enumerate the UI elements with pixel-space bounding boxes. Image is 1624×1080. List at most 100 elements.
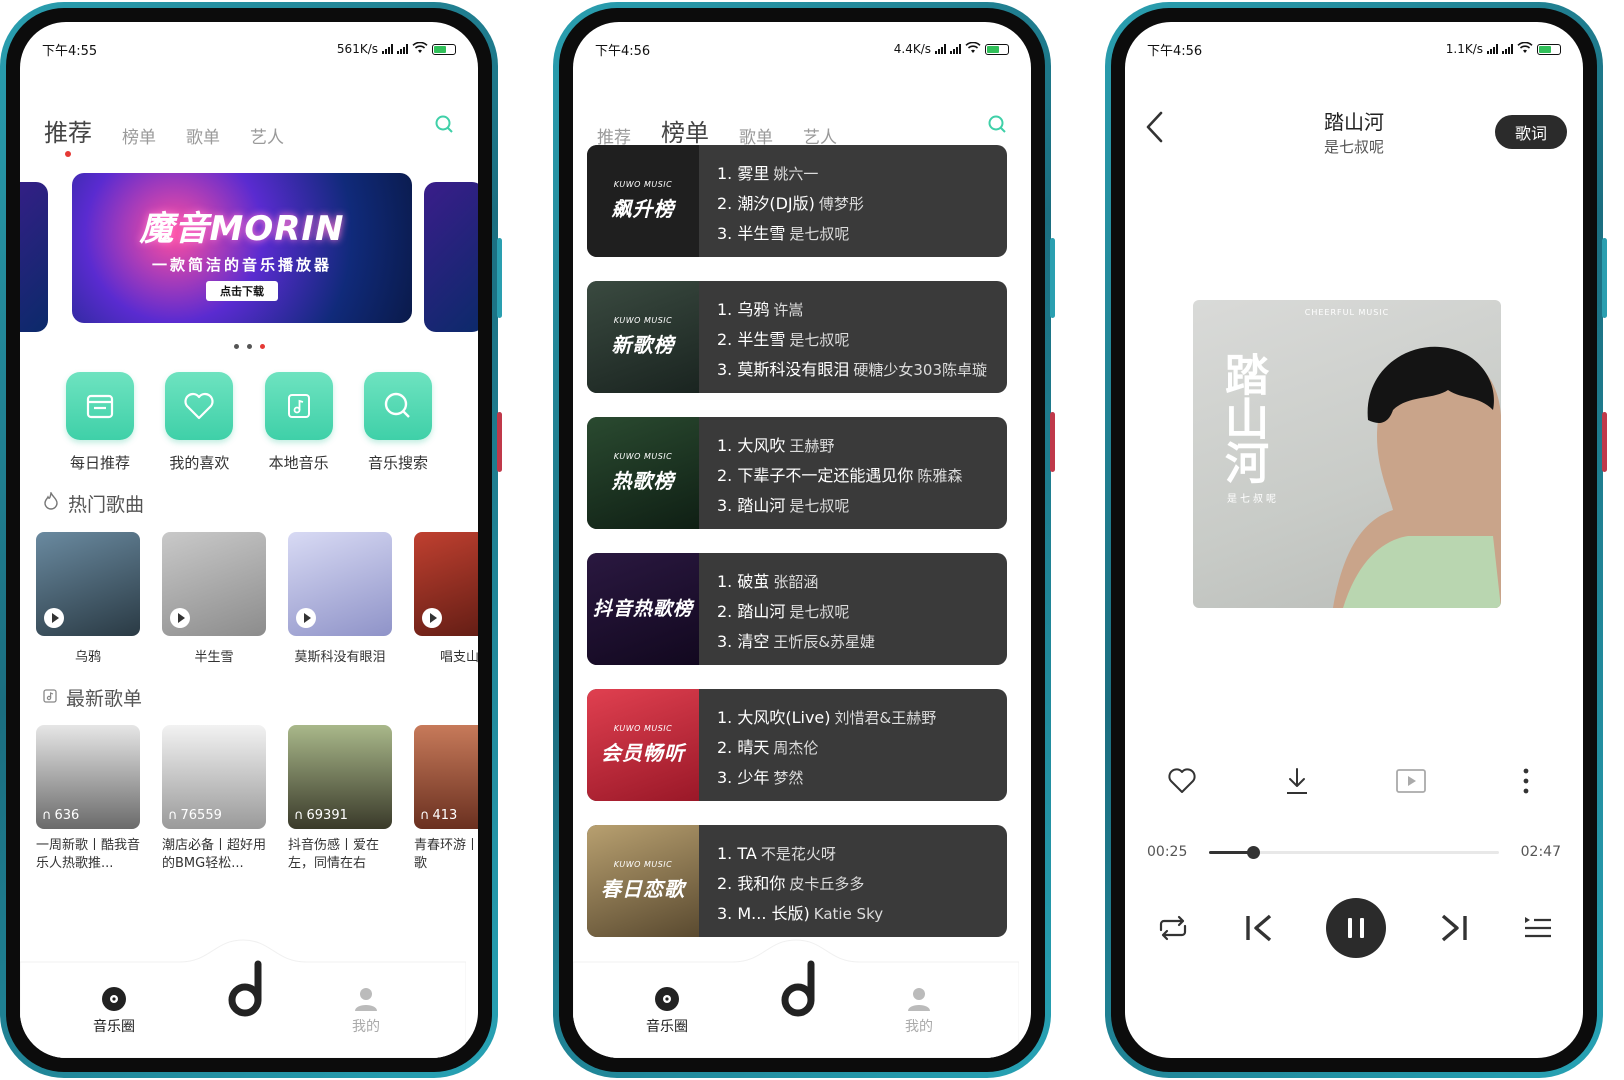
download-icon: [1286, 768, 1307, 794]
banner-download-button[interactable]: 点击下载: [206, 281, 278, 301]
chart-song-line: 3. 莫斯科没有眼泪 硬糖少女303陈卓璇: [717, 360, 987, 379]
repeat-button[interactable]: [1155, 914, 1191, 942]
chart-song-line: 3. 踏山河 是七叔呢: [717, 496, 850, 515]
nav-player-logo[interactable]: [778, 960, 826, 1020]
banner[interactable]: 魔音MORIN 一款简洁的音乐播放器 点击下载: [72, 173, 412, 323]
battery-icon: [432, 43, 456, 55]
play-icon[interactable]: [170, 608, 190, 628]
nav-mine-label: 我的: [352, 1019, 380, 1035]
chart-card-soaring[interactable]: KUWO MUSIC 飙升榜 1. 雾里 姚六一 2. 潮汐(DJ版) 傅梦彤 3.…: [587, 145, 1007, 257]
network-speed: 561K/s: [336, 42, 378, 56]
playlist-name: 青春环游丨过这些歌: [414, 838, 478, 871]
chart-card-new[interactable]: KUWO MUSIC 新歌榜 1. 乌鸦 许嵩 2. 半生雪 是七叔呢 3. 莫斯科…: [587, 281, 1007, 393]
headphone-icon: ∩: [168, 808, 178, 823]
battery-icon: [1537, 43, 1561, 55]
heart-icon: [165, 372, 234, 440]
playlist-item[interactable]: ∩ 636 一周新歌丨酷我音乐人热歌推...: [36, 725, 140, 873]
note-logo-icon: [228, 960, 262, 1017]
chart-card-spring[interactable]: KUWO MUSIC 春日恋歌 1. TA 不是花火呀 2. 我和你 皮卡丘多多 3…: [587, 825, 1007, 937]
tab-charts[interactable]: 榜单: [122, 123, 156, 148]
chart-card-vip[interactable]: KUWO MUSIC 会员畅听 1. 大风吹(Live) 刘惜君&王赫野 2. 晴…: [587, 689, 1007, 801]
banner-prev[interactable]: [20, 182, 48, 332]
banner-next[interactable]: [424, 182, 478, 332]
quick-search[interactable]: 音乐搜索: [358, 372, 438, 473]
tab-artists[interactable]: 艺人: [250, 123, 284, 148]
quick-favorites[interactable]: 我的喜欢: [159, 372, 239, 473]
bottom-nav: 音乐圈 我的: [20, 938, 478, 1058]
like-button[interactable]: [1165, 764, 1199, 798]
quick-local[interactable]: 本地音乐: [259, 372, 339, 473]
network-speed: 1.1K/s: [1445, 42, 1483, 56]
previous-icon: [1245, 914, 1271, 942]
tab-recommend[interactable]: 推荐: [44, 113, 92, 157]
tab-charts[interactable]: 榜单: [661, 113, 709, 157]
chart-songs: 1. 大风吹(Live) 刘惜君&王赫野 2. 晴天 周杰伦 3. 少年 梦然: [699, 689, 936, 801]
play-icon[interactable]: [296, 608, 316, 628]
chart-song-line: 2. 半生雪 是七叔呢: [717, 330, 850, 349]
song-cover: [414, 532, 478, 636]
progress-row: 00:25 02:47: [1147, 844, 1561, 860]
lyrics-button[interactable]: 歌词: [1495, 115, 1567, 149]
chart-card-douyin[interactable]: 抖音热歌榜 1. 破茧 张韶涵 2. 踏山河 是七叔呢 3. 清空 王忻辰&苏星婕: [587, 553, 1007, 665]
screen-charts: 下午4:56 4.4K/s 推荐 榜单 歌单 艺人 KUWO MUSIC 飙升榜…: [573, 22, 1031, 1058]
playlist-cover: ∩ 69391: [288, 725, 392, 829]
playlist-item[interactable]: ∩ 76559 潮店必备丨超好用的BMG轻松...: [162, 725, 266, 873]
progress-slider[interactable]: [1209, 845, 1499, 859]
playlist-item[interactable]: ∩413 青春环游丨过这些歌: [414, 725, 478, 873]
chart-song-line: 1. 大风吹(Live) 刘惜君&王赫野: [717, 708, 937, 727]
play-icon[interactable]: [44, 608, 64, 628]
song-cover: [162, 532, 266, 636]
quick-daily[interactable]: 每日推荐: [60, 372, 140, 473]
nav-player-logo[interactable]: [225, 960, 273, 1020]
download-button[interactable]: [1280, 764, 1314, 798]
nav-mine[interactable]: 我的: [879, 986, 959, 1036]
chart-card-hot[interactable]: KUWO MUSIC 热歌榜 1. 大风吹 王赫野 2. 下辈子不一定还能遇见你陈…: [587, 417, 1007, 529]
chart-name: 飙升榜: [611, 197, 675, 221]
more-button[interactable]: [1509, 764, 1543, 798]
chart-cover: KUWO MUSIC 飙升榜: [587, 145, 699, 257]
pause-button[interactable]: [1326, 898, 1386, 958]
nav-mine[interactable]: 我的: [326, 986, 406, 1036]
playlist-cover: ∩ 413: [414, 725, 478, 829]
play-icon[interactable]: [422, 608, 442, 628]
pause-icon: [1348, 918, 1364, 938]
headphone-icon: ∩: [294, 808, 304, 823]
chart-song-line: 1. 乌鸦 许嵩: [717, 300, 804, 319]
screen-recommend: 下午4:55 561K/s 推荐 榜单 歌单 艺人 魔音MORIN 一款简洁的音…: [20, 22, 478, 1058]
queue-icon: [1525, 917, 1551, 938]
playlist-item[interactable]: ∩ 69391 抖音伤感丨爱在左，同情在右: [288, 725, 392, 873]
status-bar: 下午4:56 4.4K/s: [573, 22, 1031, 64]
more-icon: [1523, 768, 1529, 794]
hot-song-item[interactable]: 莫斯科没有眼泪: [288, 532, 392, 665]
hot-song-item[interactable]: 半生雪: [162, 532, 266, 665]
status-time: 下午4:56: [595, 43, 651, 59]
tab-playlists[interactable]: 歌单: [186, 123, 220, 148]
signal-icon: [935, 44, 946, 54]
quick-search-label: 音乐搜索: [367, 454, 428, 472]
battery-icon: [985, 43, 1009, 55]
playlist-button[interactable]: [1521, 914, 1553, 942]
hot-song-item[interactable]: 乌鸦: [36, 532, 140, 665]
hot-song-name: 乌鸦: [74, 650, 101, 665]
chart-song-line: 1. 雾里 姚六一: [717, 164, 819, 183]
next-button[interactable]: [1438, 913, 1470, 943]
previous-button[interactable]: [1243, 913, 1275, 943]
chart-songs: 1. 大风吹 王赫野 2. 下辈子不一定还能遇见你 陈雅森 3. 踏山河 是七叔呢: [699, 417, 962, 529]
hot-song-item[interactable]: 唱支山歌: [414, 532, 478, 665]
nav-music-circle[interactable]: 音乐圈: [74, 986, 154, 1036]
playback-controls: [1155, 898, 1553, 958]
hot-song-name: 唱支山歌: [439, 650, 478, 665]
chart-songs: 1. 乌鸦 许嵩 2. 半生雪 是七叔呢 3. 莫斯科没有眼泪 硬糖少女303陈卓璇: [699, 281, 987, 393]
nav-music-circle[interactable]: 音乐圈: [627, 986, 707, 1036]
chart-name: 新歌榜: [611, 333, 675, 357]
signal-icon: [382, 44, 393, 54]
search-icon[interactable]: [987, 114, 1007, 134]
new-playlists-title: 最新歌单: [66, 688, 143, 710]
hot-song-name: 莫斯科没有眼泪: [294, 650, 386, 665]
progress-knob[interactable]: [1246, 845, 1260, 859]
chart-cover: 抖音热歌榜: [587, 553, 699, 665]
mv-button[interactable]: [1394, 764, 1428, 798]
search-icon[interactable]: [434, 114, 454, 134]
chart-songs: 1. TA 不是花火呀 2. 我和你 皮卡丘多多 3. M... 长版) Katie …: [699, 825, 883, 937]
listen-count: ∩ 636: [42, 808, 80, 823]
